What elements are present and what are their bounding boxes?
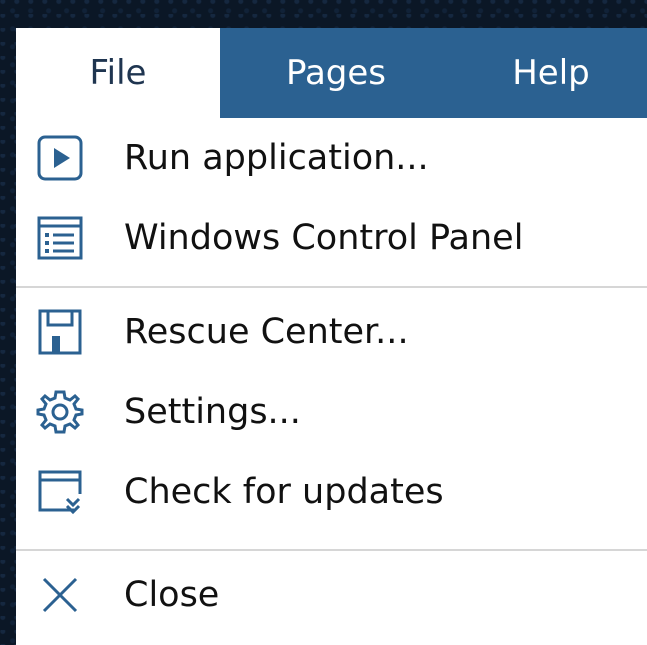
file-menu-window: File Pages Help Run application... Windo… (16, 28, 647, 645)
menu-item-run-application[interactable]: Run application... (16, 118, 647, 198)
menu-item-label: Close (124, 575, 220, 615)
menu-item-label: Rescue Center... (124, 312, 409, 352)
menu-separator (16, 286, 647, 288)
tab-help[interactable]: Help (486, 28, 616, 118)
tab-file[interactable]: File (16, 28, 220, 118)
menu-item-settings[interactable]: Settings... (16, 372, 647, 452)
menu-separator (16, 549, 647, 551)
menu-item-label: Windows Control Panel (124, 218, 524, 258)
gear-icon (36, 390, 84, 434)
tab-help-label: Help (512, 53, 590, 93)
menu-item-label: Run application... (124, 138, 429, 178)
floppy-disk-icon (38, 309, 82, 355)
control-panel-icon (37, 216, 83, 260)
close-icon (42, 577, 78, 613)
run-icon (37, 135, 83, 181)
menu-item-windows-control-panel[interactable]: Windows Control Panel (16, 198, 647, 278)
tab-pages-label: Pages (285, 53, 387, 93)
menu-item-close[interactable]: Close (16, 555, 647, 635)
menu-item-label: Check for updates (124, 472, 444, 512)
tab-pages[interactable]: Pages (251, 28, 421, 118)
menu-bar: File Pages Help (16, 28, 647, 118)
updates-icon (38, 470, 82, 515)
tab-file-label: File (89, 53, 147, 93)
menu-item-label: Settings... (124, 392, 301, 432)
menu-item-rescue-center[interactable]: Rescue Center... (16, 292, 647, 372)
menu-item-check-for-updates[interactable]: Check for updates (16, 452, 647, 532)
